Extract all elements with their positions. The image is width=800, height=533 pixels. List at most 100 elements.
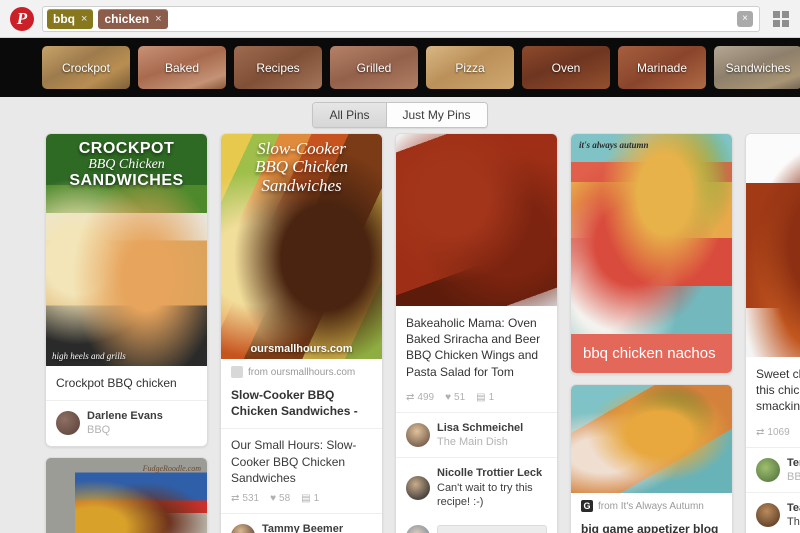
category-oven[interactable]: Oven: [522, 46, 610, 89]
pin-column-4: it's always autumn bbq chicken nachos G …: [570, 133, 733, 533]
search-chip-bbq-label: bbq: [53, 11, 75, 26]
category-label: Grilled: [356, 60, 392, 75]
avatar: [406, 525, 430, 533]
pin-card-bottles[interactable]: FudgeRoodle.com: [45, 456, 208, 533]
pin-column-1: CROCKPOT BBQ Chicken SANDWICHES high hee…: [45, 133, 208, 533]
pin-card-sweet-chili-chicken[interactable]: Sweet chili sauce gives this chicken rec…: [745, 133, 800, 533]
brand-watermark: it's always autumn: [579, 140, 649, 150]
pin-user-row[interactable]: Darlene Evans BBQ: [46, 400, 207, 446]
search-chip-chicken-label: chicken: [104, 11, 150, 26]
category-pizza[interactable]: Pizza: [426, 46, 514, 89]
avatar[interactable]: [406, 475, 430, 500]
pin-user-row[interactable]: Tammy Beemer low carb: [221, 512, 382, 533]
grid-cell: [782, 10, 789, 18]
category-label: Sandwiches: [725, 60, 791, 75]
comment-count: 1: [488, 391, 495, 403]
user-board: The Main Dish: [437, 436, 508, 449]
pin-image-overlay-text: CROCKPOT BBQ Chicken SANDWICHES: [46, 140, 207, 190]
pin-source[interactable]: from oursmallhours.com: [221, 359, 382, 378]
pin-image[interactable]: Slow-Cooker BBQ Chicken Sandwiches oursm…: [221, 134, 382, 359]
repin-stat: ⇄ 1069: [756, 426, 790, 438]
user-name: Darlene Evans: [87, 410, 163, 423]
repin-stat: ⇄ 499: [406, 391, 435, 403]
pin-column-2: Slow-Cooker BBQ Chicken Sandwiches oursm…: [220, 133, 383, 533]
grid-cell: [782, 19, 789, 27]
pin-column-5: Sweet chili sauce gives this chicken rec…: [745, 133, 800, 533]
category-marinade[interactable]: Marinade: [618, 46, 706, 89]
pin-card-slow-cooker-bbq-chicken-sandwiches[interactable]: Slow-Cooker BBQ Chicken Sandwiches oursm…: [220, 133, 383, 533]
search-typing-area[interactable]: [173, 7, 732, 31]
pin-title: big game appetizer blog hop & a huge giv…: [581, 522, 719, 533]
image-watermark: FudgeRoodle.com: [142, 463, 201, 473]
avatar[interactable]: [406, 423, 430, 448]
tab-just-my-pins[interactable]: Just My Pins: [386, 103, 487, 127]
pin-image[interactable]: [571, 385, 732, 493]
category-sandwiches[interactable]: Sandwiches: [714, 46, 800, 89]
pin-filter-bar: All Pins Just My Pins: [0, 97, 800, 133]
search-chip-chicken-remove-icon[interactable]: ×: [155, 13, 161, 25]
avatar[interactable]: [756, 457, 780, 482]
pin-source-label: from oursmallhours.com: [248, 366, 356, 378]
pin-user-row[interactable]: Lisa Schmeichel The Main Dish: [396, 411, 557, 458]
pin-comment-row[interactable]: Team This is: [746, 492, 800, 533]
avatar[interactable]: [56, 411, 80, 436]
pin-image[interactable]: [396, 134, 557, 306]
grid-cell: [773, 19, 780, 27]
category-label: Baked: [164, 60, 200, 75]
pin-banner: bbq chicken nachos: [571, 334, 732, 373]
pin-board: CROCKPOT BBQ Chicken SANDWICHES high hee…: [0, 133, 800, 533]
like-stat: ♥ 51: [445, 391, 466, 403]
comment-text: Can't wait to try this recipe! :-): [437, 481, 533, 508]
pin-card-big-game-appetizer[interactable]: G from It's Always Autumn big game appet…: [570, 384, 733, 533]
pin-source[interactable]: G from It's Always Autumn: [571, 493, 732, 512]
pin-card-crockpot-bbq-chicken[interactable]: CROCKPOT BBQ Chicken SANDWICHES high hee…: [45, 133, 208, 447]
pin-image-overlay-text: Slow-Cooker BBQ Chicken Sandwiches: [221, 139, 382, 195]
overlay-line-2: BBQ Chicken: [255, 157, 348, 177]
search-chip-bbq-remove-icon[interactable]: ×: [81, 13, 87, 25]
avatar[interactable]: [756, 503, 780, 528]
image-site-watermark: oursmallhours.com: [250, 343, 353, 355]
overlay-line-1: CROCKPOT: [78, 140, 175, 157]
category-strip: Crockpot Baked Recipes Grilled Pizza Ove…: [0, 38, 800, 97]
pin-stats: ⇄ 499 ♥ 51 ▤ 1: [396, 389, 557, 412]
pin-stats: ⇄ 531 ♥ 58 ▤ 1: [221, 490, 382, 513]
comment-stat: ▤ 1: [476, 391, 495, 403]
avatar[interactable]: [231, 524, 255, 533]
grid-cell: [773, 10, 780, 18]
tab-all-pins[interactable]: All Pins: [313, 103, 387, 127]
repin-count: 531: [242, 492, 260, 504]
add-comment-input[interactable]: [437, 525, 547, 533]
pin-source-label: from It's Always Autumn: [598, 500, 704, 512]
pin-image[interactable]: [746, 134, 800, 357]
like-count: 51: [454, 391, 466, 403]
pin-card-bbq-chicken-nachos[interactable]: it's always autumn bbq chicken nachos: [570, 133, 733, 374]
overlay-line-2: BBQ Chicken: [88, 157, 165, 173]
pin-user-row[interactable]: Teresa BBQS: [746, 446, 800, 493]
pin-card-bakeaholic-mama-wings[interactable]: Bakeaholic Mama: Oven Baked Sriracha and…: [395, 133, 558, 533]
pin-image[interactable]: it's always autumn: [571, 134, 732, 334]
category-baked[interactable]: Baked: [138, 46, 226, 89]
clear-search-icon[interactable]: ×: [737, 10, 753, 27]
category-recipes[interactable]: Recipes: [234, 46, 322, 89]
pin-description: Sweet chili sauce gives this chicken rec…: [756, 367, 800, 414]
grid-view-icon[interactable]: [768, 6, 794, 32]
search-input[interactable]: bbq × chicken × ×: [42, 5, 760, 32]
user-board: BBQ: [87, 424, 111, 437]
category-crockpot[interactable]: Crockpot: [42, 46, 130, 89]
pin-comment-row[interactable]: Nicolle Trottier Leck Can't wait to try …: [396, 457, 557, 517]
category-grilled[interactable]: Grilled: [330, 46, 418, 89]
search-chip-bbq[interactable]: bbq ×: [47, 8, 94, 29]
comment-count: 1: [313, 492, 320, 504]
comment-text: This is: [787, 516, 800, 529]
add-comment-row[interactable]: [396, 517, 557, 533]
pin-title: Crockpot BBQ chicken: [56, 376, 177, 390]
search-chip-chicken[interactable]: chicken ×: [98, 8, 168, 29]
overlay-line-3: Sandwiches: [261, 175, 342, 195]
commenter-name: Nicolle Trottier Leck: [437, 467, 543, 480]
source-badge-icon: G: [581, 500, 593, 512]
pin-image[interactable]: FudgeRoodle.com: [46, 457, 207, 533]
pin-image[interactable]: CROCKPOT BBQ Chicken SANDWICHES high hee…: [46, 134, 207, 366]
pin-title: Slow-Cooker BBQ Chicken Sandwiches -: [231, 388, 358, 419]
overlay-line-1: Slow-Cooker: [257, 139, 346, 158]
pinterest-logo-icon[interactable]: P: [10, 6, 34, 31]
